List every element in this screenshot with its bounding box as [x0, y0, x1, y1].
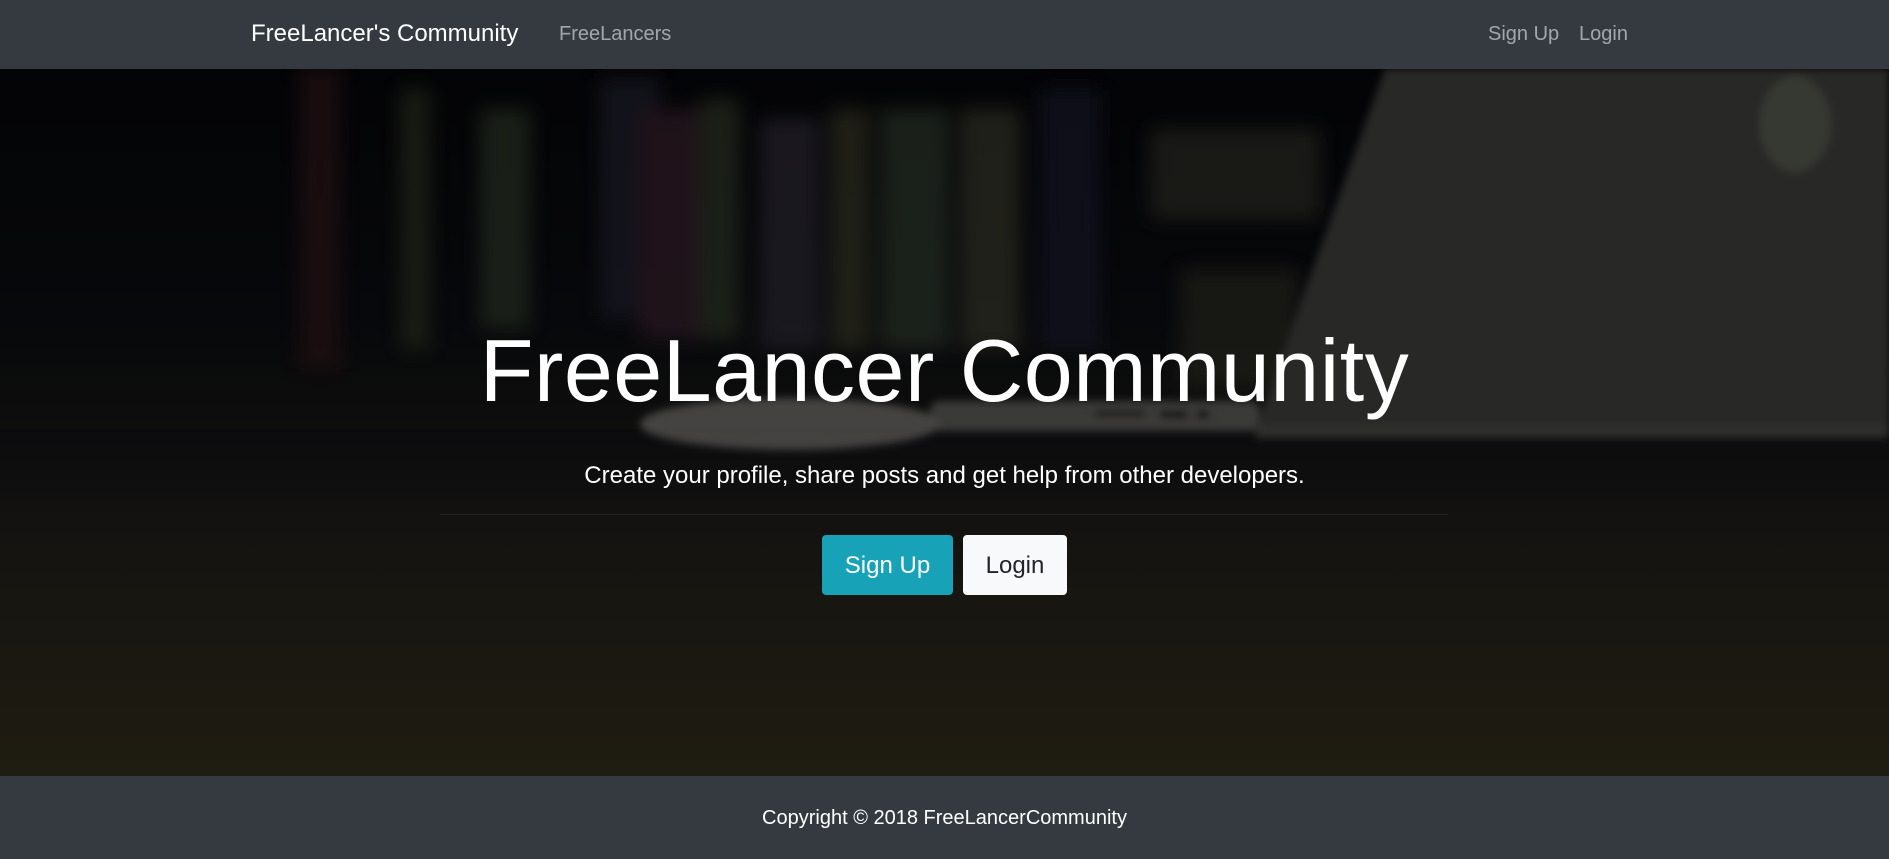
footer: Copyright © 2018 FreeLancerCommunity [0, 776, 1889, 859]
hero-divider [440, 514, 1448, 515]
signup-button[interactable]: Sign Up [822, 535, 953, 595]
footer-copyright: Copyright © 2018 FreeLancerCommunity [762, 807, 1127, 829]
nav-link-signup[interactable]: Sign Up [1488, 21, 1559, 47]
nav-link-freelancers[interactable]: FreeLancers [559, 21, 671, 47]
brand-link[interactable]: FreeLancer's Community [251, 19, 518, 49]
hero-title: FreeLancer Community [479, 321, 1410, 420]
hero-lead-text: Create your profile, share posts and get… [584, 462, 1305, 489]
hero-section: FreeLancer Community Create your profile… [0, 69, 1889, 776]
nav-link-login[interactable]: Login [1579, 21, 1628, 47]
hero-content: FreeLancer Community Create your profile… [0, 69, 1889, 776]
login-button[interactable]: Login [963, 535, 1067, 595]
top-navbar: FreeLancer's Community FreeLancers Sign … [0, 0, 1889, 69]
